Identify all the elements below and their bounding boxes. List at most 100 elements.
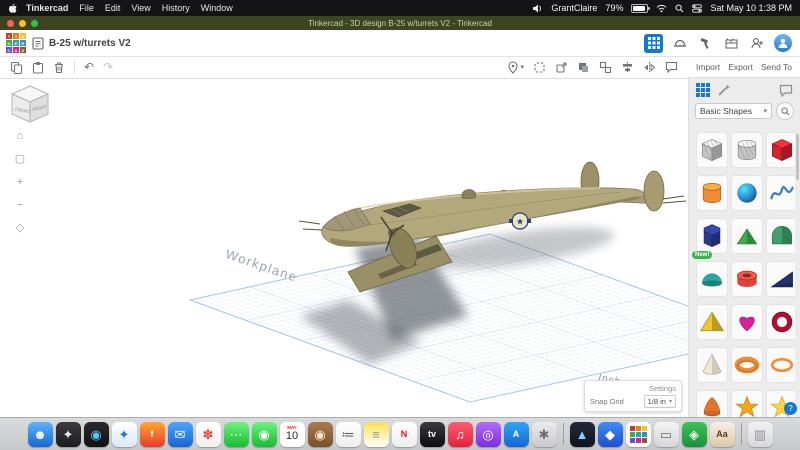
paste-button[interactable] xyxy=(32,61,44,74)
shape-send-button[interactable] xyxy=(555,61,568,74)
menu-user-label[interactable]: GrantClaire xyxy=(551,3,597,13)
shape-torus[interactable] xyxy=(731,347,763,383)
canvas-area[interactable]: ★ FRONT RIGHT ⌂ ▢ + − ◇ Workplane Inches… xyxy=(0,78,688,418)
dock-news-icon[interactable]: N xyxy=(391,421,417,447)
hammer-icon[interactable] xyxy=(696,34,715,53)
control-center-icon[interactable] xyxy=(692,3,703,13)
menu-item-window[interactable]: Window xyxy=(201,3,233,13)
redo-button[interactable]: ↷ xyxy=(103,61,113,73)
dock-notes-icon[interactable]: ≡ xyxy=(363,421,389,447)
avatar[interactable] xyxy=(774,34,792,52)
category-select[interactable]: Basic Shapes ▾ xyxy=(695,103,772,119)
dock-podcasts-icon[interactable]: ◎ xyxy=(475,421,501,447)
view-cube[interactable]: FRONT RIGHT xyxy=(8,82,52,126)
dock-mail-icon[interactable]: ✉ xyxy=(167,421,193,447)
shape-heart[interactable] xyxy=(731,304,763,340)
spotlight-icon[interactable] xyxy=(675,4,684,13)
copy-button[interactable] xyxy=(10,61,23,74)
dock-photo-booth-icon[interactable]: ◉ xyxy=(307,421,333,447)
shape-cylinder-hole[interactable] xyxy=(731,132,763,168)
ungroup-button[interactable] xyxy=(599,61,612,74)
help-button[interactable]: ? xyxy=(784,402,797,415)
wifi-icon[interactable] xyxy=(656,4,667,13)
library-grid-icon[interactable] xyxy=(696,83,710,97)
dock-tinkercad-icon[interactable] xyxy=(625,421,651,447)
panel-scrollbar[interactable] xyxy=(796,134,799,180)
send-to-button[interactable]: Send To xyxy=(761,62,792,72)
menu-item-tinkercad[interactable]: Tinkercad xyxy=(26,3,68,13)
undo-button[interactable]: ↶ xyxy=(84,61,94,73)
dock-music-icon[interactable]: ♫ xyxy=(447,421,473,447)
collaborate-icon[interactable] xyxy=(748,34,767,53)
shape-half-sphere[interactable] xyxy=(696,261,728,297)
dock-cad-cube-icon[interactable]: ◆ xyxy=(597,421,623,447)
bricks-icon[interactable] xyxy=(722,34,741,53)
dock-messages-icon[interactable]: ⋯ xyxy=(223,421,249,447)
apple-menu-icon[interactable] xyxy=(8,3,18,14)
home-view-button[interactable]: ⌂ xyxy=(12,128,28,144)
dock-safari-icon[interactable]: ✦ xyxy=(111,421,137,447)
zoom-button[interactable] xyxy=(31,19,38,27)
dock-siri-icon[interactable]: ◉ xyxy=(83,421,109,447)
shape-torus-thin[interactable] xyxy=(766,347,795,383)
dock-app-store-icon[interactable]: A xyxy=(503,421,529,447)
shape-wedge[interactable] xyxy=(766,261,795,297)
dock-facetime-icon[interactable]: ◉ xyxy=(251,421,277,447)
apps-grid-button[interactable] xyxy=(644,33,663,53)
battery-icon[interactable] xyxy=(631,3,651,13)
menu-item-file[interactable]: File xyxy=(79,3,94,13)
minimize-button[interactable] xyxy=(19,19,26,27)
shape-box-hole[interactable] xyxy=(696,132,728,168)
dock-finder-icon[interactable]: ☻ xyxy=(27,421,53,447)
drop-pin-button[interactable]: ▾ xyxy=(508,60,524,74)
zoom-in-button[interactable]: + xyxy=(12,174,28,190)
shape-round-roof[interactable] xyxy=(766,218,795,254)
dock-firefox-icon[interactable]: f xyxy=(139,421,165,447)
generators-wand-icon[interactable] xyxy=(717,83,731,97)
menu-item-view[interactable]: View xyxy=(131,3,150,13)
shape-cylinder[interactable] xyxy=(696,175,728,211)
align-button[interactable] xyxy=(621,61,634,74)
shape-paraboloid[interactable] xyxy=(696,390,728,418)
group-button[interactable] xyxy=(577,61,590,74)
shape-roof[interactable] xyxy=(731,218,763,254)
tinkercad-logo[interactable]: TINKERCAD xyxy=(6,33,26,53)
dock-settings-icon[interactable]: ✱ xyxy=(531,421,557,447)
shape-polygon[interactable]: New! xyxy=(692,218,728,259)
dock-dictionary-icon[interactable]: Aa xyxy=(709,421,735,447)
dock-tv-icon[interactable]: tv xyxy=(419,421,445,447)
close-button[interactable] xyxy=(7,19,14,27)
shape-sphere[interactable] xyxy=(731,175,763,211)
dock-photos-icon[interactable]: ✽ xyxy=(195,421,221,447)
shape-cone[interactable] xyxy=(696,347,728,383)
zoom-out-button[interactable]: − xyxy=(12,197,28,213)
delete-button[interactable] xyxy=(53,61,65,74)
import-button[interactable]: Import xyxy=(696,62,720,72)
shape-scribble[interactable] xyxy=(766,175,795,211)
feedback-chat-icon[interactable] xyxy=(779,84,793,97)
settings-title[interactable]: Settings xyxy=(590,384,676,393)
search-shapes-button[interactable] xyxy=(776,102,794,120)
dock-launchpad-icon[interactable]: ✦ xyxy=(55,421,81,447)
shape-star-orange[interactable] xyxy=(731,390,763,418)
snap-grid-select[interactable]: 1/8 in ▾ xyxy=(643,395,676,408)
volume-icon[interactable] xyxy=(532,4,543,13)
shape-box[interactable] xyxy=(766,132,795,168)
shape-ring[interactable] xyxy=(766,304,795,340)
mirror-button[interactable] xyxy=(643,61,656,74)
menu-clock[interactable]: Sat May 10 1:38 PM xyxy=(710,3,792,13)
hard-hat-icon[interactable] xyxy=(670,34,689,53)
dock-calendar-icon[interactable]: MAY 10 xyxy=(279,421,305,447)
shape-outline-button[interactable] xyxy=(533,61,546,74)
dock-prism-app-icon[interactable]: ▲ xyxy=(569,421,595,447)
menu-item-edit[interactable]: Edit xyxy=(105,3,121,13)
fit-view-button[interactable]: ▢ xyxy=(12,151,28,167)
scene-3d[interactable]: ★ xyxy=(0,78,688,418)
dock-window-app-icon[interactable]: ▭ xyxy=(653,421,679,447)
shape-pyramid[interactable] xyxy=(696,304,728,340)
dock-reminders-icon[interactable]: ≔ xyxy=(335,421,361,447)
shape-tube[interactable] xyxy=(731,261,763,297)
menu-item-history[interactable]: History xyxy=(162,3,190,13)
perspective-toggle[interactable]: ◇ xyxy=(12,220,28,236)
export-button[interactable]: Export xyxy=(728,62,753,72)
